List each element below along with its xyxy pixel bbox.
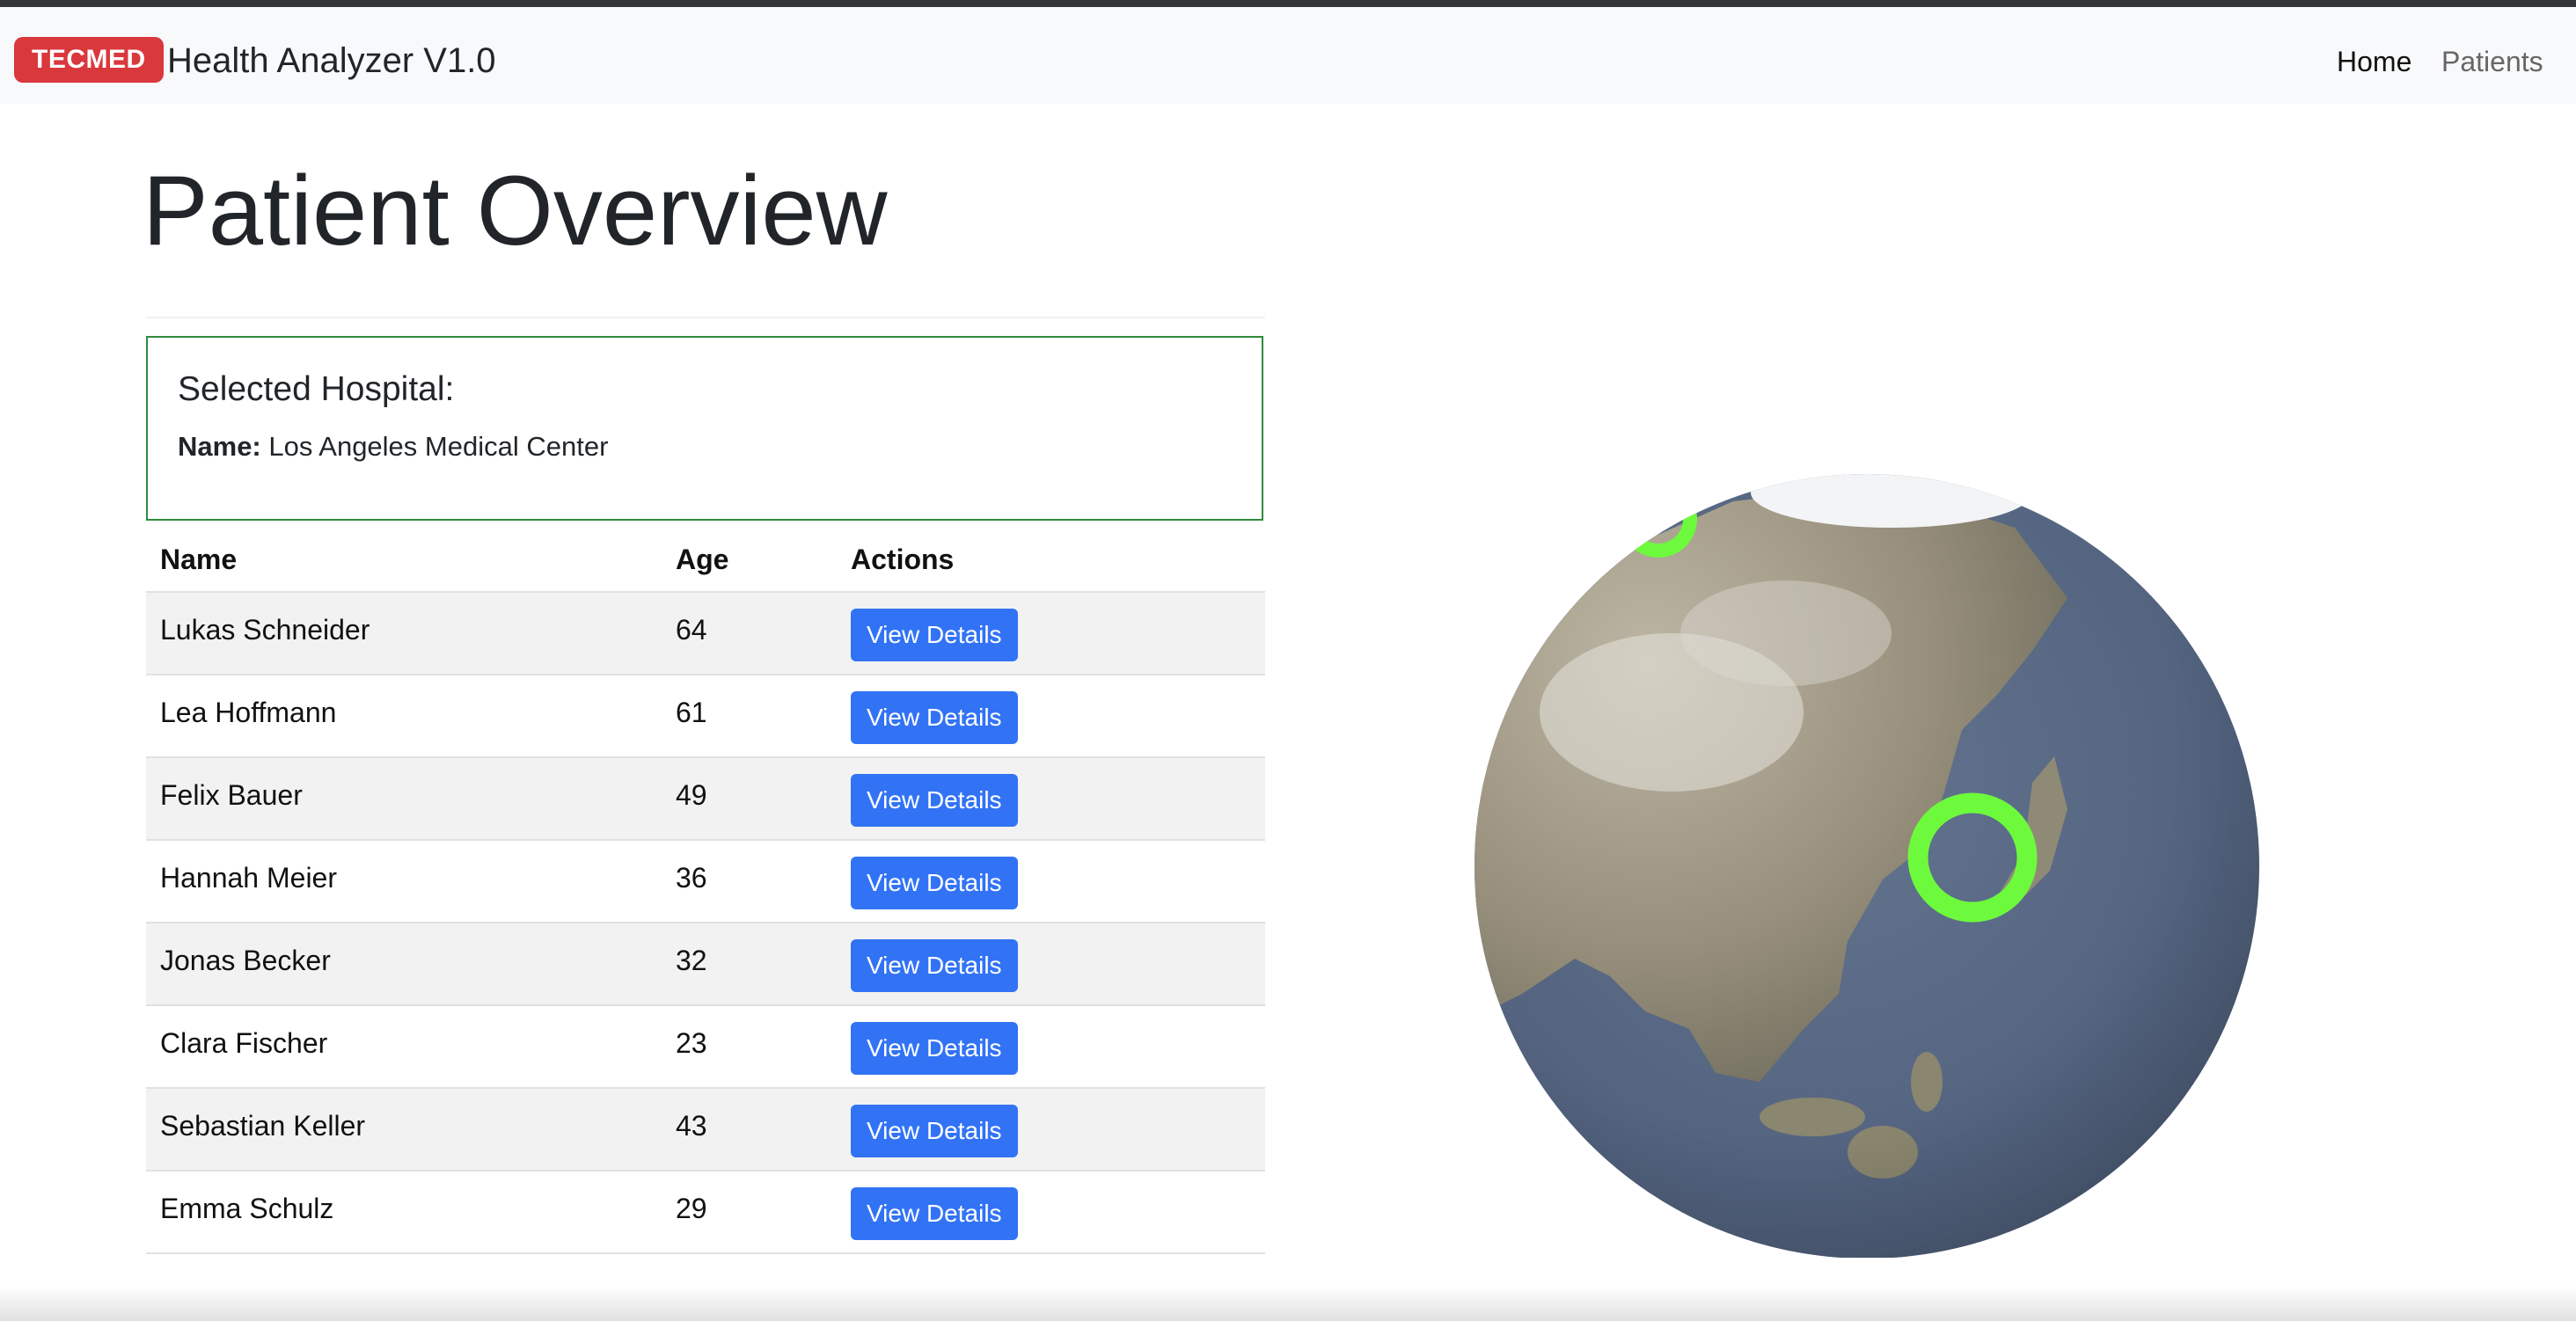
patient-name: Emma Schulz [146,1171,662,1254]
patient-age: 29 [662,1171,837,1254]
column-header-age: Age [662,528,837,593]
selected-hospital-card: Selected Hospital: Name: Los Angeles Med… [146,336,1263,521]
patient-age: 49 [662,757,837,841]
bottom-fade [0,1286,2576,1321]
page-title: Patient Overview [143,156,888,266]
nav-link-home[interactable]: Home [2337,42,2411,81]
brand-badge[interactable]: TECMED [14,37,164,83]
patient-name: Lukas Schneider [146,592,662,675]
globe-canvas[interactable] [1469,466,2261,1259]
column-header-name: Name [146,528,662,593]
patient-table: Name Age Actions Lukas Schneider 64 View… [146,528,1265,1254]
navbar: TECMED Health Analyzer V1.0 Home Patient… [0,7,2576,104]
hospital-heading: Selected Hospital: [178,370,455,408]
table-row: Clara Fischer 23 View Details [146,1005,1265,1089]
brand-title[interactable]: Health Analyzer V1.0 [167,39,496,83]
patient-age: 61 [662,675,837,758]
hospital-name-label: Name: [178,431,261,462]
window-top-strip [0,0,2576,7]
patient-name: Hannah Meier [146,840,662,923]
view-details-button[interactable]: View Details [851,774,1018,827]
patient-name: Lea Hoffmann [146,675,662,758]
table-row: Emma Schulz 29 View Details [146,1171,1265,1254]
patient-age: 64 [662,592,837,675]
view-details-button[interactable]: View Details [851,609,1018,661]
view-details-button[interactable]: View Details [851,1105,1018,1157]
view-details-button[interactable]: View Details [851,691,1018,744]
view-details-button[interactable]: View Details [851,857,1018,909]
table-row: Sebastian Keller 43 View Details [146,1088,1265,1171]
table-header-row: Name Age Actions [146,528,1265,593]
table-row: Lea Hoffmann 61 View Details [146,675,1265,758]
hospital-name-row: Name: Los Angeles Medical Center [178,427,608,466]
globe-view[interactable] [1469,466,2261,1259]
patient-name: Jonas Becker [146,923,662,1006]
view-details-button[interactable]: View Details [851,1187,1018,1240]
divider [146,317,1265,318]
patient-name: Felix Bauer [146,757,662,841]
patient-age: 36 [662,840,837,923]
table-row: Felix Bauer 49 View Details [146,757,1265,841]
nav-link-patients[interactable]: Patients [2441,42,2543,81]
view-details-button[interactable]: View Details [851,1022,1018,1075]
view-details-button[interactable]: View Details [851,939,1018,992]
table-row: Hannah Meier 36 View Details [146,840,1265,923]
patient-age: 32 [662,923,837,1006]
globe-shading [1475,474,2259,1259]
patient-age: 23 [662,1005,837,1089]
table-row: Jonas Becker 32 View Details [146,923,1265,1006]
table-row: Lukas Schneider 64 View Details [146,592,1265,675]
hospital-name-value: Los Angeles Medical Center [268,431,609,462]
patient-name: Clara Fischer [146,1005,662,1089]
patient-name: Sebastian Keller [146,1088,662,1171]
column-header-actions: Actions [837,528,1265,593]
patient-age: 43 [662,1088,837,1171]
